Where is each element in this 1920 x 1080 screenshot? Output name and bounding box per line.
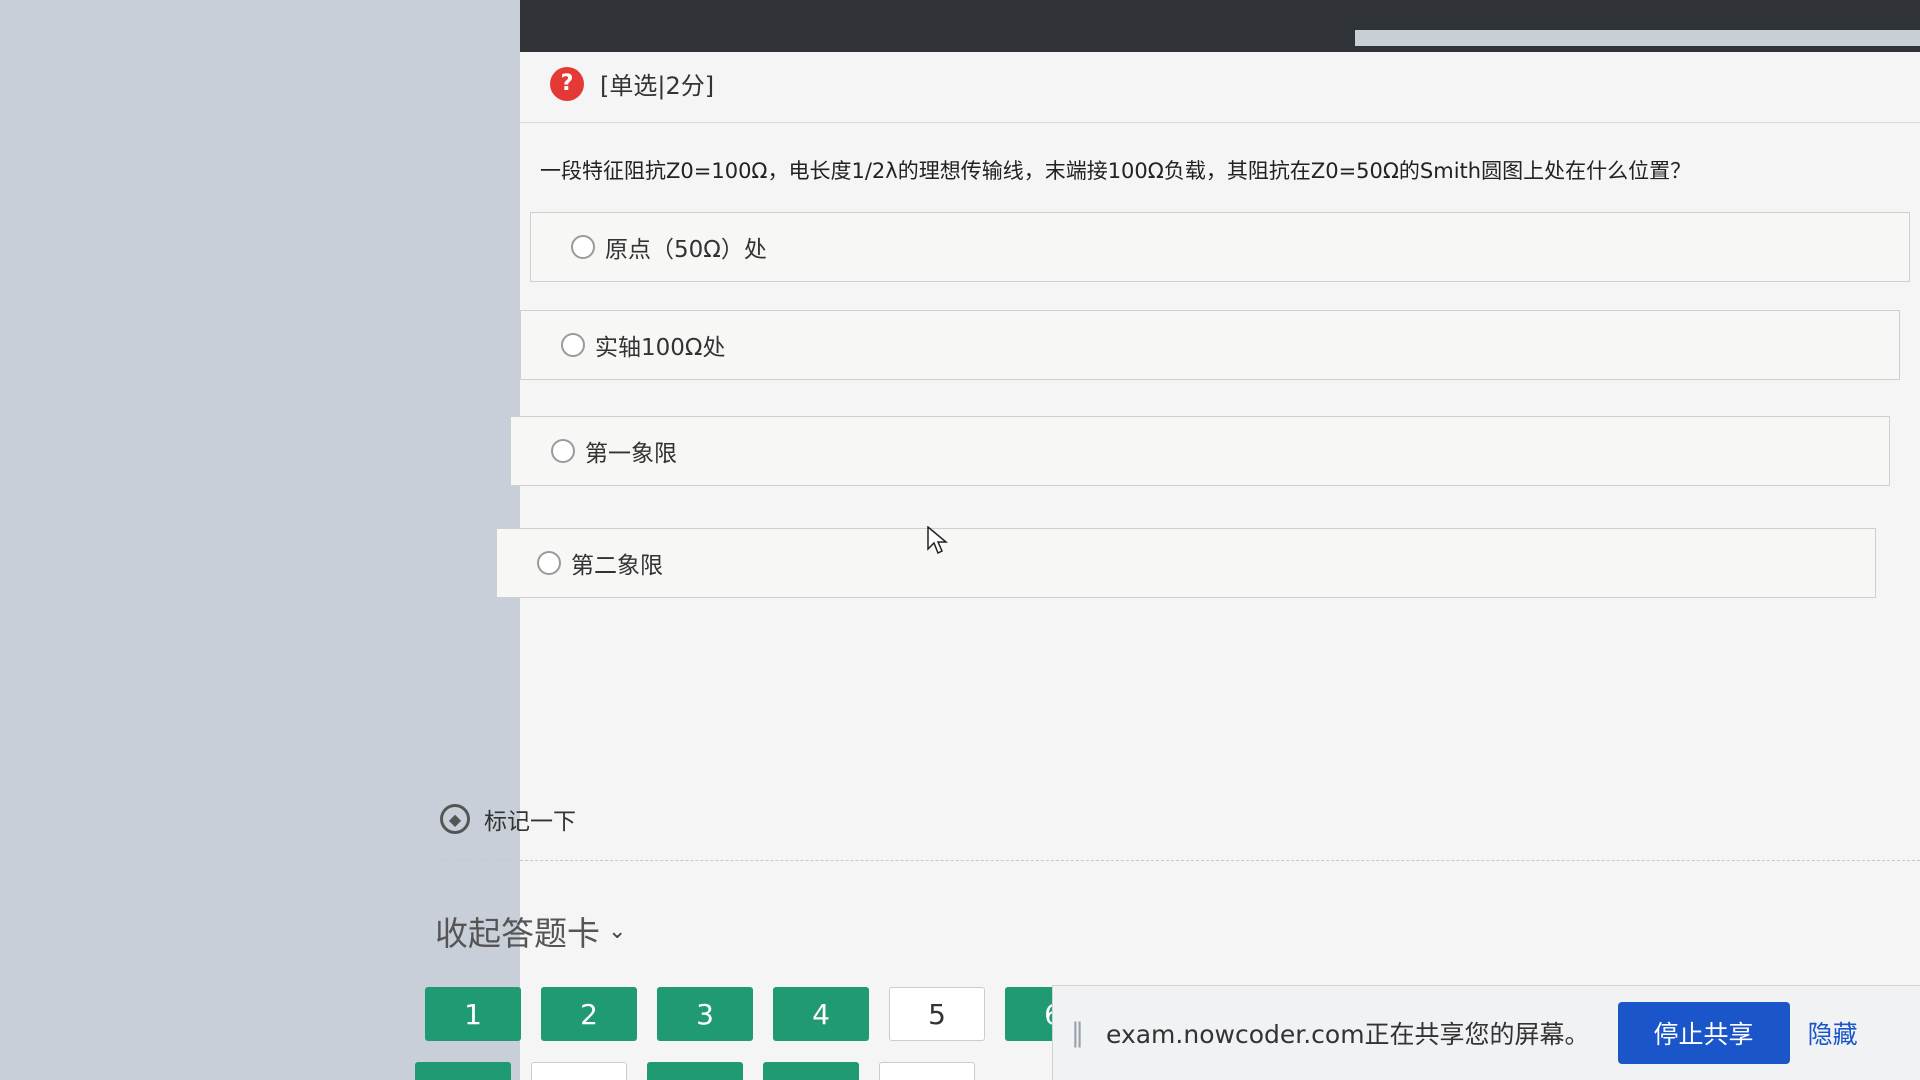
- compass-icon: ◆: [440, 804, 470, 834]
- question-number-tile[interactable]: [879, 1062, 975, 1080]
- dashed-divider: [440, 860, 1920, 861]
- chevron-down-icon: ⌄: [608, 918, 627, 944]
- option-label: 原点（50Ω）处: [605, 237, 767, 263]
- browser-top-bar: [520, 0, 1920, 52]
- option-label: 实轴100Ω处: [595, 335, 726, 361]
- mark-label: 标记一下: [484, 809, 576, 835]
- radio-circle-icon[interactable]: [561, 333, 585, 357]
- question-number-tile[interactable]: [647, 1062, 743, 1080]
- question-number-tile[interactable]: [531, 1062, 627, 1080]
- pause-icon: ‖: [1071, 1018, 1084, 1048]
- option-c[interactable]: 第一象限: [510, 416, 1890, 486]
- question-number-1[interactable]: 1: [425, 987, 521, 1041]
- screen-share-bar: ‖ exam.nowcoder.com正在共享您的屏幕。 停止共享 隐藏: [1052, 985, 1920, 1080]
- hide-button[interactable]: 隐藏: [1808, 1015, 1858, 1051]
- question-number-tile[interactable]: [763, 1062, 859, 1080]
- mark-question[interactable]: ◆ 标记一下: [440, 802, 576, 836]
- collapse-answer-card[interactable]: 收起答题卡 ⌄: [435, 907, 626, 955]
- option-b[interactable]: 实轴100Ω处: [520, 310, 1900, 380]
- question-number-5[interactable]: 5: [889, 987, 985, 1041]
- question-header: ? [单选|2分]: [550, 66, 714, 101]
- option-label: 第二象限: [571, 553, 663, 579]
- option-label: 第一象限: [585, 441, 677, 467]
- tab-strip: [1355, 30, 1920, 46]
- header-divider: [520, 122, 1920, 123]
- question-number-2[interactable]: 2: [541, 987, 637, 1041]
- answer-card-numbers-row2: [415, 1062, 975, 1080]
- question-type-label: [单选|2分]: [600, 72, 715, 100]
- question-number-4[interactable]: 4: [773, 987, 869, 1041]
- answer-card-numbers: 1 2 3 4 5 6: [425, 987, 1101, 1041]
- radio-circle-icon[interactable]: [571, 235, 595, 259]
- option-a[interactable]: 原点（50Ω）处: [530, 212, 1910, 282]
- radio-circle-icon[interactable]: [551, 439, 575, 463]
- stop-sharing-button[interactable]: 停止共享: [1617, 1002, 1790, 1064]
- radio-circle-icon[interactable]: [537, 551, 561, 575]
- screen: ? [单选|2分] 一段特征阻抗Z0=100Ω，电长度1/2λ的理想传输线，末端…: [0, 0, 1920, 1080]
- collapse-label: 收起答题卡: [435, 914, 600, 953]
- share-message: exam.nowcoder.com正在共享您的屏幕。: [1106, 1020, 1590, 1049]
- question-number-3[interactable]: 3: [657, 987, 753, 1041]
- question-text: 一段特征阻抗Z0=100Ω，电长度1/2λ的理想传输线，末端接100Ω负载，其阻…: [540, 159, 1692, 183]
- option-d[interactable]: 第二象限: [496, 528, 1876, 598]
- question-number-tile[interactable]: [415, 1062, 511, 1080]
- mouse-cursor-icon: [927, 526, 949, 555]
- exam-content: ? [单选|2分] 一段特征阻抗Z0=100Ω，电长度1/2λ的理想传输线，末端…: [415, 52, 1920, 1080]
- question-mark-icon: ?: [550, 66, 584, 101]
